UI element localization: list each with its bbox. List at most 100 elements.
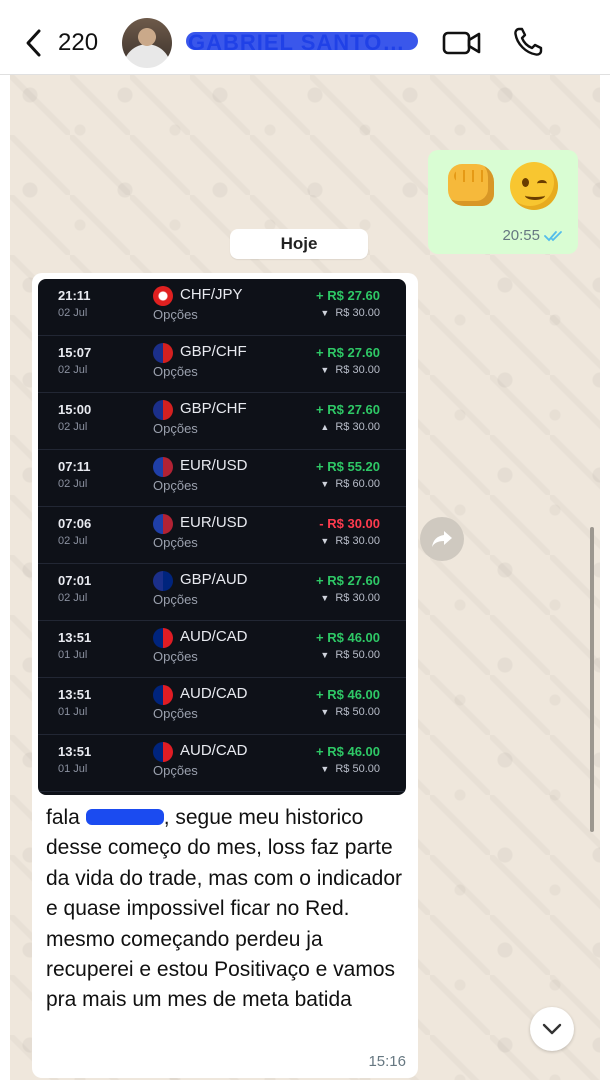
currency-flag-icon — [153, 343, 173, 363]
investment-amount: R$ 30.00 — [335, 364, 380, 376]
trade-row: 13:51 01 Jul AUD/CAD Opções + R$ 46.00 ▼ R$ 50… — [38, 621, 406, 678]
trade-type: Opções — [153, 592, 198, 607]
investment-amount: R$ 60.00 — [335, 478, 380, 490]
trade-type: Opções — [153, 706, 198, 721]
triangle-down-icon: ▼ — [320, 536, 330, 546]
trade-investment: ▼ R$ 50.00 — [320, 706, 380, 718]
trade-date: 02 Jul — [58, 592, 88, 604]
trade-type: Opções — [153, 649, 198, 664]
currency-pair: EUR/USD — [180, 457, 248, 474]
currency-flag-icon — [153, 514, 173, 534]
trade-date: 01 Jul — [58, 649, 88, 661]
trade-result: + R$ 27.60 — [316, 402, 380, 417]
trade-type: Opções — [153, 763, 198, 778]
triangle-down-icon: ▼ — [320, 308, 330, 318]
triangle-down-icon: ▼ — [320, 479, 330, 489]
investment-amount: R$ 30.00 — [335, 592, 380, 604]
trade-row: 21:11 02 Jul CHF/JPY Opções + R$ 27.60 ▼ R$ 30… — [38, 279, 406, 336]
trade-time: 07:11 — [58, 459, 91, 474]
trade-result: + R$ 27.60 — [316, 288, 380, 303]
trade-investment: ▼ R$ 30.00 — [320, 592, 380, 604]
scrollbar[interactable] — [590, 527, 594, 832]
currency-pair: AUD/CAD — [180, 628, 248, 645]
currency-flag-icon — [153, 286, 173, 306]
chat-header: 220 GABRIEL SANTOS D... — [0, 0, 610, 75]
trade-date: 02 Jul — [58, 478, 88, 490]
currency-flag-icon — [153, 685, 173, 705]
trade-row: 15:07 02 Jul GBP/CHF Opções + R$ 27.60 ▼ R$ 30… — [38, 336, 406, 393]
trade-investment: ▼ R$ 50.00 — [320, 649, 380, 661]
greeting-text: fala — [46, 806, 80, 829]
triangle-up-icon: ▲ — [320, 422, 330, 432]
trade-result: - R$ 30.00 — [319, 516, 380, 531]
forward-button[interactable] — [420, 517, 464, 561]
triangle-down-icon: ▼ — [320, 593, 330, 603]
avatar[interactable] — [122, 18, 172, 68]
phone-call-icon[interactable] — [512, 26, 544, 58]
investment-amount: R$ 30.00 — [335, 535, 380, 547]
trade-date: 02 Jul — [58, 307, 88, 319]
trade-time: 15:00 — [58, 402, 92, 417]
trade-time: 07:06 — [58, 516, 92, 531]
currency-pair: AUD/CAD — [180, 685, 248, 702]
trade-row: 13:51 01 Jul AUD/CAD Opções + R$ 46.00 ▼ R$ 50… — [38, 735, 406, 792]
trade-history-image[interactable]: 21:11 02 Jul CHF/JPY Opções + R$ 27.60 ▼ R$ 30… — [38, 279, 406, 795]
trade-investment: ▼ R$ 30.00 — [320, 307, 380, 319]
name-redaction — [85, 809, 164, 825]
trade-row: 07:01 02 Jul GBP/AUD Opções + R$ 27.60 ▼ R$ 30… — [38, 564, 406, 621]
forward-arrow-icon — [432, 531, 452, 547]
chat-area[interactable]: 20:55 Hoje 21:11 02 Jul CHF/JPY Opções + R$ … — [10, 75, 600, 1080]
trade-row: 15:00 02 Jul GBP/CHF Opções + R$ 27.60 ▲ R$ 30… — [38, 393, 406, 450]
trade-date: 02 Jul — [58, 421, 88, 433]
trade-time: 15:07 — [58, 345, 92, 360]
trade-result: + R$ 46.00 — [316, 630, 380, 645]
outgoing-message[interactable]: 20:55 — [428, 150, 578, 254]
trade-row: 07:06 02 Jul EUR/USD Opções - R$ 30.00 ▼ R$ 30… — [38, 507, 406, 564]
trade-investment: ▲ R$ 30.00 — [320, 421, 380, 433]
trade-result: + R$ 46.00 — [316, 687, 380, 702]
trade-type: Opções — [153, 478, 198, 493]
triangle-down-icon: ▼ — [320, 365, 330, 375]
currency-pair: GBP/CHF — [180, 343, 247, 360]
trade-result: + R$ 55.20 — [316, 459, 380, 474]
trade-result: + R$ 27.60 — [316, 573, 380, 588]
trade-time: 13:51 — [58, 744, 92, 759]
trade-type: Opções — [153, 535, 198, 550]
incoming-message[interactable]: 21:11 02 Jul CHF/JPY Opções + R$ 27.60 ▼ R$ 30… — [32, 273, 418, 1078]
currency-pair: AUD/CAD — [180, 742, 248, 759]
trade-result: + R$ 46.00 — [316, 744, 380, 759]
currency-flag-icon — [153, 742, 173, 762]
trade-time: 13:51 — [58, 630, 92, 645]
message-body: , segue meu historico desse começo do me… — [46, 806, 403, 1012]
unread-count: 220 — [58, 29, 99, 56]
trade-investment: ▼ R$ 30.00 — [320, 535, 380, 547]
trade-row: 13:51 01 Jul AUD/CAD Opções + R$ 46.00 ▼ R$ 50… — [38, 678, 406, 735]
back-button[interactable]: 220 — [24, 26, 98, 60]
message-time: 15:16 — [368, 1053, 406, 1070]
currency-pair: GBP/AUD — [180, 571, 248, 588]
currency-pair: CHF/JPY — [180, 286, 243, 303]
winking-face-emoji — [510, 162, 558, 210]
triangle-down-icon: ▼ — [320, 707, 330, 717]
trade-type: Opções — [153, 421, 198, 436]
triangle-down-icon: ▼ — [320, 764, 330, 774]
investment-amount: R$ 30.00 — [335, 307, 380, 319]
investment-amount: R$ 30.00 — [335, 421, 380, 433]
message-time: 20:55 — [502, 227, 540, 244]
trade-type: Opções — [153, 307, 198, 322]
message-text: fala , segue meu historico desse começo … — [46, 803, 406, 1016]
investment-amount: R$ 50.00 — [335, 706, 380, 718]
video-call-icon[interactable] — [442, 28, 482, 58]
trade-date: 01 Jul — [58, 706, 88, 718]
currency-pair: EUR/USD — [180, 514, 248, 531]
currency-pair: GBP/CHF — [180, 400, 247, 417]
date-separator: Hoje — [230, 229, 368, 259]
scroll-to-bottom-button[interactable] — [530, 1007, 574, 1051]
message-meta: 20:55 — [502, 227, 564, 244]
currency-flag-icon — [153, 628, 173, 648]
trade-date: 02 Jul — [58, 535, 88, 547]
trade-date: 01 Jul — [58, 763, 88, 775]
name-redaction — [186, 32, 418, 50]
currency-flag-icon — [153, 571, 173, 591]
investment-amount: R$ 50.00 — [335, 763, 380, 775]
